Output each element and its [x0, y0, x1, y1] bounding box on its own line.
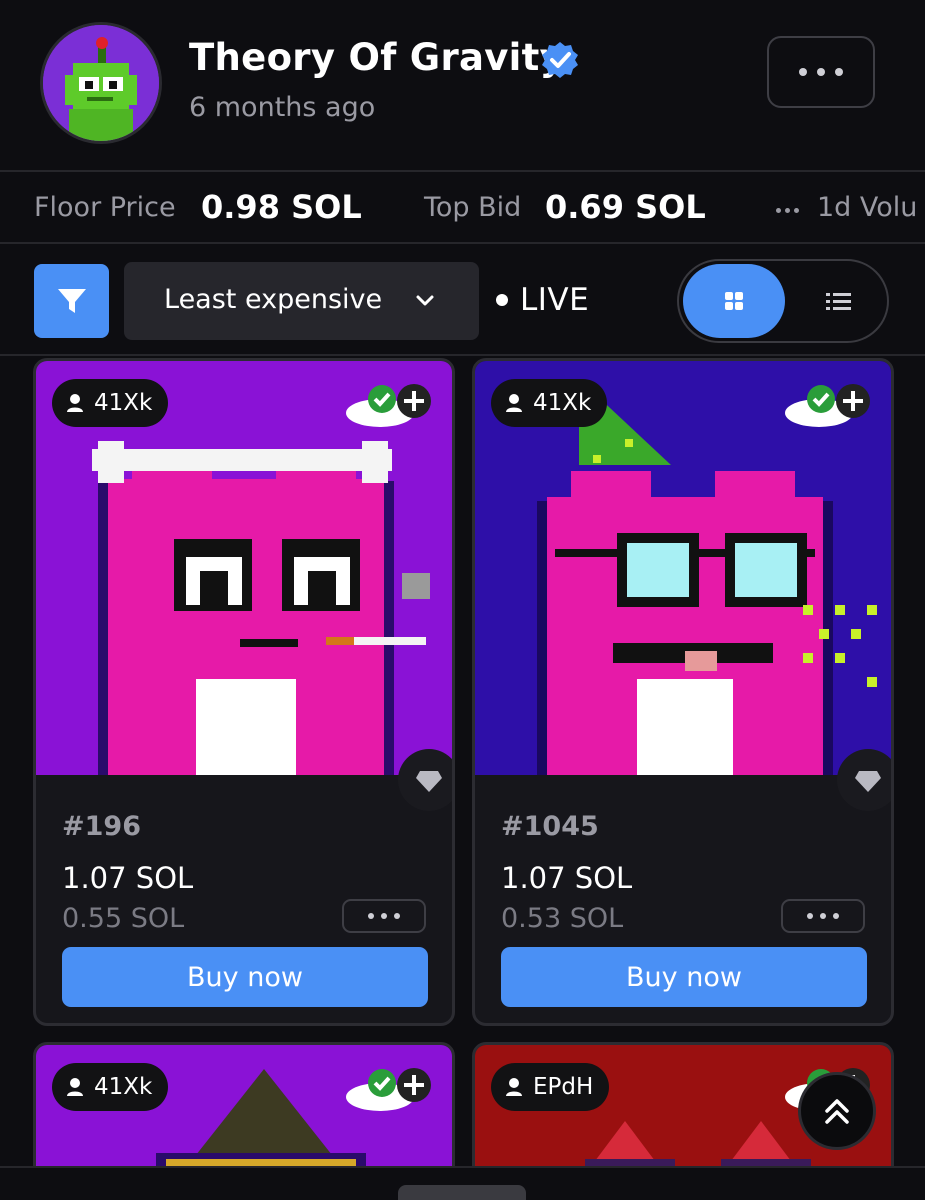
nft-card[interactable]: 41Xk	[33, 1042, 455, 1182]
collection-badge-icon[interactable]	[783, 375, 873, 431]
filter-funnel-icon	[57, 289, 86, 313]
gem-icon	[855, 771, 881, 792]
gem-badge	[398, 749, 452, 811]
live-label: LIVE	[520, 282, 590, 318]
user-icon	[67, 1078, 83, 1096]
sort-dropdown[interactable]: Least expensive	[124, 262, 479, 340]
owner-name: 41Xk	[94, 390, 153, 416]
nft-bid: 0.53 SOL	[501, 903, 624, 934]
list-icon	[826, 293, 851, 310]
volume-label: 1d Volu	[817, 192, 918, 223]
owner-pill[interactable]: 41Xk	[491, 379, 608, 427]
nft-id: #1045	[501, 811, 599, 842]
nft-price: 1.07 SOL	[501, 861, 633, 895]
stats-bar: Floor Price 0.98 SOL Top Bid 0.69 SOL 1d…	[0, 170, 925, 244]
scroll-to-top-button[interactable]	[798, 1072, 876, 1150]
dot-icon	[835, 68, 843, 76]
collection-header: Theory Of Gravity 6 months ago	[0, 0, 925, 170]
filter-button[interactable]	[34, 264, 109, 338]
gem-icon	[416, 771, 442, 792]
owner-name: 41Xk	[94, 1074, 153, 1100]
grid-icon	[725, 292, 743, 310]
home-indicator[interactable]	[398, 1185, 526, 1200]
chevron-down-icon	[416, 295, 434, 306]
floor-price-value: 0.98 SOL	[201, 188, 362, 226]
list-view-button[interactable]	[799, 264, 879, 338]
nft-bid: 0.55 SOL	[62, 903, 185, 934]
nft-price: 1.07 SOL	[62, 861, 194, 895]
more-stats-icon[interactable]	[776, 208, 799, 213]
dot-icon	[799, 68, 807, 76]
nft-id: #196	[62, 811, 141, 842]
nft-card[interactable]: 41Xk #196 1.07 SOL 0.55 SOL Buy now	[33, 358, 455, 1026]
buy-now-button[interactable]: Buy now	[62, 947, 428, 1007]
top-bid-value: 0.69 SOL	[545, 188, 706, 226]
live-indicator-dot	[496, 294, 508, 306]
listing-toolbar: Least expensive LIVE	[0, 246, 925, 356]
sort-label: Least expensive	[164, 284, 383, 315]
verified-check-icon	[542, 42, 578, 78]
owner-name: EPdH	[533, 1074, 594, 1100]
card-more-button[interactable]	[781, 899, 865, 933]
gem-badge	[837, 749, 891, 811]
top-bid-label: Top Bid	[424, 192, 522, 223]
owner-pill[interactable]: 41Xk	[52, 379, 169, 427]
more-options-button[interactable]	[767, 36, 875, 108]
frog-avatar-image	[43, 25, 159, 141]
collection-badge-icon[interactable]	[344, 375, 434, 431]
nft-card[interactable]: 41Xk #1045 1.07 SOL 0.53 SOL Buy now	[472, 358, 894, 1026]
view-toggle	[677, 259, 889, 343]
buy-now-button[interactable]: Buy now	[501, 947, 867, 1007]
double-chevron-up-icon	[825, 1099, 849, 1124]
user-icon	[67, 394, 83, 412]
dot-icon	[817, 68, 825, 76]
floor-price-label: Floor Price	[34, 192, 176, 223]
collection-subtitle: 6 months ago	[189, 92, 376, 123]
collection-avatar[interactable]	[40, 22, 162, 144]
user-icon	[506, 394, 522, 412]
card-more-button[interactable]	[342, 899, 426, 933]
collection-title: Theory Of Gravity	[189, 36, 565, 79]
owner-pill[interactable]: 41Xk	[52, 1063, 169, 1111]
user-icon	[506, 1078, 522, 1096]
owner-pill[interactable]: EPdH	[491, 1063, 610, 1111]
collection-badge-icon[interactable]	[344, 1059, 434, 1115]
grid-view-button[interactable]	[683, 264, 785, 338]
owner-name: 41Xk	[533, 390, 592, 416]
